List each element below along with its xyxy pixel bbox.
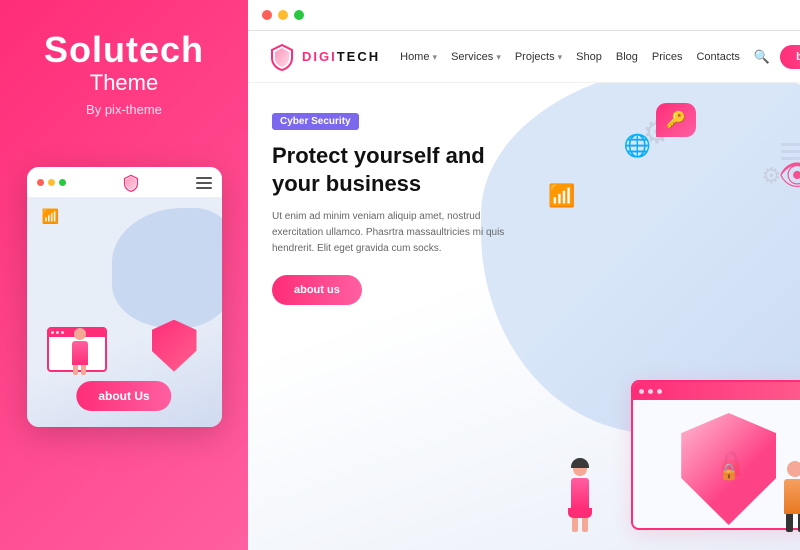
mini-woman-figure bbox=[72, 328, 88, 375]
nav-logo-tech: TECH bbox=[337, 49, 380, 64]
chevron-down-icon: ▾ bbox=[496, 52, 501, 62]
woman-hair bbox=[571, 458, 589, 468]
man-head bbox=[787, 461, 800, 477]
browser-dot-green bbox=[294, 10, 304, 20]
deco-line bbox=[781, 150, 800, 153]
desktop-nav: DIGITECH Home ▾ Services ▾ Projects ▾ Sh… bbox=[248, 31, 800, 83]
hero-left: Cyber Security Protect yourself and your… bbox=[248, 83, 538, 550]
man-torso bbox=[784, 479, 800, 514]
browser-dot-red bbox=[262, 10, 272, 20]
hamburger-line bbox=[196, 187, 212, 189]
nav-logo: DIGITECH bbox=[268, 43, 380, 71]
mobile-dot-red bbox=[37, 179, 44, 186]
chevron-down-icon: ▾ bbox=[558, 52, 563, 62]
booked-button[interactable]: booked bbox=[780, 45, 800, 69]
wifi-icon: 📶 bbox=[42, 208, 59, 225]
man-leg bbox=[786, 514, 793, 532]
mobile-blob bbox=[112, 208, 222, 328]
nav-links: Home ▾ Services ▾ Projects ▾ Shop Blog P… bbox=[400, 49, 770, 65]
browser-chrome bbox=[248, 0, 800, 31]
mini-leg bbox=[81, 365, 86, 375]
mobile-logo bbox=[122, 174, 140, 192]
mini-browser-dot bbox=[56, 331, 59, 334]
mobile-top-bar bbox=[27, 167, 222, 198]
wifi-icon: 📶 bbox=[548, 183, 575, 209]
nav-logo-text: DIGITECH bbox=[302, 49, 380, 64]
woman-leg bbox=[582, 518, 588, 532]
nav-link-home[interactable]: Home ▾ bbox=[400, 51, 437, 63]
hero-section: Cyber Security Protect yourself and your… bbox=[248, 83, 800, 550]
hero-badge: Cyber Security bbox=[272, 113, 359, 130]
man-legs bbox=[784, 514, 800, 532]
nav-logo-digi: DIGI bbox=[302, 49, 337, 64]
nav-link-blog[interactable]: Blog bbox=[616, 51, 638, 63]
woman-head bbox=[573, 462, 587, 476]
mobile-hero: 📶 about Us bbox=[27, 198, 222, 427]
mini-woman-legs bbox=[73, 365, 86, 375]
woman-skirt bbox=[568, 508, 592, 518]
hamburger-line bbox=[196, 182, 212, 184]
browser-dot-yellow bbox=[278, 10, 288, 20]
nav-logo-shield-icon bbox=[268, 43, 296, 71]
mini-browser-dot bbox=[61, 331, 64, 334]
man-figure bbox=[784, 461, 800, 532]
key-icon: 🔑 bbox=[666, 110, 686, 130]
search-icon[interactable]: 🔍 bbox=[754, 49, 770, 65]
mini-shield bbox=[152, 320, 197, 372]
woman-legs bbox=[568, 518, 592, 532]
left-panel: Solutech Theme By pix-theme bbox=[0, 0, 248, 550]
brand-subtitle: Theme bbox=[44, 70, 204, 96]
woman-figure bbox=[568, 462, 592, 532]
mini-leg bbox=[73, 365, 78, 375]
eye-icon: 👁 bbox=[778, 158, 800, 193]
mini-woman-torso bbox=[72, 341, 88, 365]
mobile-dot-green bbox=[59, 179, 66, 186]
mini-woman-head bbox=[74, 328, 86, 340]
mobile-about-button[interactable]: about Us bbox=[76, 381, 171, 411]
hero-illustration: ⚙ ⚙ 🌐 🔑 👁 📶 bbox=[538, 83, 800, 550]
nav-link-prices[interactable]: Prices bbox=[652, 51, 683, 63]
hamburger-menu[interactable] bbox=[196, 177, 212, 189]
illus-browser-bar bbox=[633, 382, 800, 400]
hero-title: Protect yourself and your business bbox=[272, 142, 514, 197]
deco-line bbox=[781, 143, 800, 146]
chevron-down-icon: ▾ bbox=[433, 52, 438, 62]
woman-leg bbox=[572, 518, 578, 532]
mobile-mockup: 📶 about Us bbox=[27, 167, 222, 427]
nav-link-services[interactable]: Services ▾ bbox=[451, 51, 501, 63]
mobile-dot-yellow bbox=[48, 179, 55, 186]
deco-line bbox=[781, 157, 800, 160]
brand-title: Solutech bbox=[44, 30, 204, 70]
right-panel: DIGITECH Home ▾ Services ▾ Projects ▾ Sh… bbox=[248, 0, 800, 550]
hero-body: Ut enim ad minim veniam aliquip amet, no… bbox=[272, 209, 514, 257]
hamburger-line bbox=[196, 177, 212, 179]
browser-content: DIGITECH Home ▾ Services ▾ Projects ▾ Sh… bbox=[248, 31, 800, 550]
hero-about-button[interactable]: about us bbox=[272, 275, 362, 305]
mobile-shield-icon bbox=[122, 174, 140, 192]
nav-link-shop[interactable]: Shop bbox=[576, 51, 602, 63]
illus-dot bbox=[657, 389, 662, 394]
mobile-window-controls bbox=[37, 179, 66, 186]
key-bubble: 🔑 bbox=[656, 103, 696, 137]
mini-browser-dot bbox=[51, 331, 54, 334]
brand-by: By pix-theme bbox=[44, 102, 204, 117]
decorative-lines bbox=[781, 143, 800, 160]
nav-link-contacts[interactable]: Contacts bbox=[696, 51, 739, 63]
nav-link-projects[interactable]: Projects ▾ bbox=[515, 51, 562, 63]
shield-lock-icon: 🔒 bbox=[719, 462, 739, 482]
globe-icon: 🌐 bbox=[624, 133, 651, 159]
woman-torso bbox=[571, 478, 589, 508]
illus-dot bbox=[648, 389, 653, 394]
illus-dot bbox=[639, 389, 644, 394]
